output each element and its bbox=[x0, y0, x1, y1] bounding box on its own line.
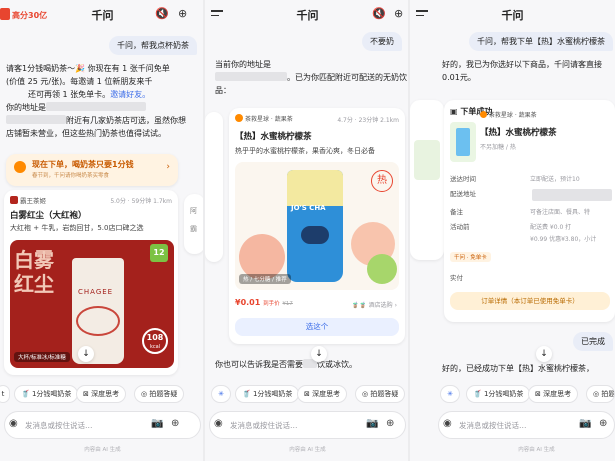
chip-milktea[interactable]: 🥤 1分钱喝奶茶 bbox=[466, 385, 531, 403]
user-message: 千问，帮我点杯奶茶 bbox=[109, 36, 197, 55]
promo-subtitle: 春节到，千问请你喝奶茶买零食 bbox=[32, 173, 110, 179]
product-desc: 大红袍 + 牛乳，岩韵回甘，5.0店口碑之选 bbox=[10, 224, 144, 232]
scroll-down-icon[interactable]: ↓ bbox=[78, 346, 94, 362]
shop-name: 霸王茶姬 bbox=[10, 195, 46, 205]
user-message: 不要奶 bbox=[362, 32, 402, 51]
select-button[interactable]: 选这个 bbox=[235, 318, 399, 336]
prev-card-peek[interactable] bbox=[410, 100, 444, 260]
camera-icon[interactable]: 📷 bbox=[579, 418, 591, 429]
page-title: 千问 bbox=[91, 9, 114, 22]
ai-message-bottom: 好的，已经成功下单【热】水蜜桃柠檬茶， bbox=[442, 364, 594, 373]
shop-meta: 4.7分 · 23分钟 2.1km bbox=[337, 117, 399, 124]
badge: 12 bbox=[150, 244, 168, 262]
product-spec: 不另加糖 / 热 bbox=[480, 144, 516, 151]
sparkle-icon[interactable]: ✳ bbox=[211, 385, 231, 403]
chat-panel-3: 千问 千问，帮我下单【热】水蜜桃柠檬茶 好的，我已为你选好以下商品，千问请客直接… bbox=[410, 0, 615, 461]
camera-icon[interactable]: 📷 bbox=[151, 418, 163, 429]
chip-photo-qa[interactable]: ◎ 拍题答疑 bbox=[134, 385, 185, 403]
ai-message: 当前你的地址是 。已为你匹配附近可配送的无奶饮 品： bbox=[215, 60, 407, 95]
chip-deep-think[interactable]: ⊠ 深度思考 bbox=[297, 385, 348, 403]
mute-icon[interactable]: 🔇 bbox=[155, 7, 169, 20]
plus-icon[interactable]: ⊕ bbox=[171, 418, 179, 429]
order-rows: 送达时间 立即配送，预计10 配送地址 备注 可备注店面、餐具、特 活动前 配送费 ¥… bbox=[450, 172, 615, 246]
product-name: 【热】水蜜桃柠檬茶 bbox=[235, 132, 312, 142]
disclaimer: 内容由 AI 生成 bbox=[84, 447, 121, 453]
chevron-right-icon: › bbox=[166, 162, 170, 172]
chip-deep-think[interactable]: ⊠ 深度思考 bbox=[528, 385, 579, 403]
image-tag: 大杯/标准冰/标准糖 bbox=[14, 352, 70, 362]
order-card[interactable]: ▣ 下单成功 茶救星球 · 蔬果茶 【热】水蜜桃柠檬茶 不另加糖 / 热 送达时… bbox=[444, 100, 615, 322]
chip-peek[interactable]: t bbox=[0, 385, 10, 403]
page-title: 千问 bbox=[501, 9, 524, 22]
coupon-icon bbox=[14, 161, 26, 173]
message-input[interactable]: ◉ 发消息或按住说话… 📷 ⊕ bbox=[438, 411, 615, 439]
user-message-2: 已完成 bbox=[573, 332, 613, 351]
price: ¥0.01 到手价 ¥17 bbox=[235, 298, 293, 307]
ai-message: 好的，我已为你选好以下商品，千问请客直接 0.01元。 bbox=[442, 60, 602, 82]
stores-link[interactable]: 🧋🧋 酒店选购 › bbox=[352, 300, 397, 309]
product-thumb bbox=[450, 122, 476, 162]
header: 千问 🔇 ⊕ bbox=[205, 0, 410, 30]
new-chat-icon[interactable]: ⊕ bbox=[178, 7, 187, 20]
invite-link[interactable]: 邀请好友。 bbox=[110, 90, 150, 99]
product-desc: 热乎乎的水蜜桃柠檬茶，果香沁爽，冬日必备 bbox=[235, 147, 375, 155]
product-card[interactable]: 茶救星球 · 蔬果茶 4.7分 · 23分钟 2.1km 【热】水蜜桃柠檬茶 热… bbox=[229, 108, 405, 344]
disclaimer: 内容由 AI 生成 bbox=[289, 447, 326, 453]
ai-message: 请客1分钱喝奶茶～🎉 你现在有 1 张千问免单 (价值 25 元/张)。每邀请 … bbox=[6, 64, 186, 138]
product-name: 【热】水蜜桃柠檬茶 bbox=[480, 128, 557, 138]
chip-photo-qa[interactable]: ◎ 拍题答疑 bbox=[355, 385, 406, 403]
chat-panel-1: 高分30亿 千问 🔇 ⊕ 千问，帮我点杯奶茶 请客1分钱喝奶茶～🎉 你现在有 1… bbox=[0, 0, 205, 461]
chip-photo-qa[interactable]: ◎ 拍题答疑 bbox=[586, 385, 615, 403]
chip-milktea[interactable]: 🥤 1分钱喝奶茶 bbox=[235, 385, 300, 403]
paid-label: 实付 bbox=[450, 274, 463, 282]
voice-icon[interactable]: ◉ bbox=[443, 418, 452, 429]
disclaimer: 内容由 AI 生成 bbox=[518, 447, 555, 453]
image-tag: 热 / 七分糖 / 推荐 bbox=[239, 274, 291, 284]
mute-icon[interactable]: 🔇 bbox=[372, 7, 386, 20]
chat-panel-2: 千问 🔇 ⊕ 不要奶 当前你的地址是 。已为你匹配附近可配送的无奶饮 品： 茶救… bbox=[205, 0, 410, 461]
voice-icon[interactable]: ◉ bbox=[214, 418, 223, 429]
lime-illustration bbox=[367, 254, 397, 284]
message-input[interactable]: ◉ 发消息或按住说话… 📷 ⊕ bbox=[4, 411, 201, 439]
shop-name: 茶救星球 · 蔬果茶 bbox=[235, 114, 293, 123]
hot-badge: 热 bbox=[371, 170, 393, 192]
check-icon: ▣ bbox=[450, 107, 458, 116]
plus-icon[interactable]: ⊕ bbox=[599, 418, 607, 429]
chip-milktea[interactable]: 🥤 1分钱喝奶茶 bbox=[14, 385, 79, 403]
sparkle-icon[interactable]: ✳ bbox=[440, 385, 460, 403]
promo-title: 现在下单，喝奶茶只要1分钱 bbox=[32, 160, 134, 169]
voice-icon[interactable]: ◉ bbox=[9, 418, 18, 429]
user-message: 千问，帮我下单【热】水蜜桃柠檬茶 bbox=[469, 32, 613, 51]
message-input[interactable]: ◉ 发消息或按住说话… 📷 ⊕ bbox=[209, 411, 406, 439]
prev-card-peek[interactable] bbox=[205, 112, 223, 262]
promo-banner[interactable]: 现在下单，喝奶茶只要1分钱 春节到，千问请你喝奶茶买零食 › bbox=[6, 154, 178, 186]
next-card-peek[interactable]: 阿 霸 bbox=[184, 194, 205, 254]
scroll-down-icon[interactable]: ↓ bbox=[536, 346, 552, 362]
chip-deep-think[interactable]: ⊠ 深度思考 bbox=[76, 385, 127, 403]
header: 千问 bbox=[410, 0, 615, 30]
discount-tag: 千问 · 免单卡 bbox=[450, 252, 491, 262]
scroll-down-icon[interactable]: ↓ bbox=[311, 346, 327, 362]
product-image: JO'S CHA 热 热 / 七分糖 / 推荐 bbox=[235, 162, 399, 290]
header: 高分30亿 千问 🔇 ⊕ bbox=[0, 0, 205, 30]
new-chat-icon[interactable]: ⊕ bbox=[394, 7, 403, 20]
shop-name: 茶救星球 · 蔬果茶 bbox=[480, 110, 537, 119]
camera-icon[interactable]: 📷 bbox=[366, 418, 378, 429]
plus-icon[interactable]: ⊕ bbox=[386, 418, 394, 429]
shop-meta: 5.0分 · 59分钟 1.7km bbox=[110, 198, 172, 205]
order-detail-button[interactable]: 订单详情（本订单已使用免单卡） bbox=[450, 292, 610, 310]
ai-follow: 你也可以告诉我是否需要 饮或冰饮。 bbox=[215, 359, 357, 369]
product-name: 白雾红尘（大红袍） bbox=[10, 211, 87, 221]
cup-illustration: JO'S CHA bbox=[287, 170, 343, 282]
kcal-badge: 108 kcal bbox=[142, 328, 168, 354]
